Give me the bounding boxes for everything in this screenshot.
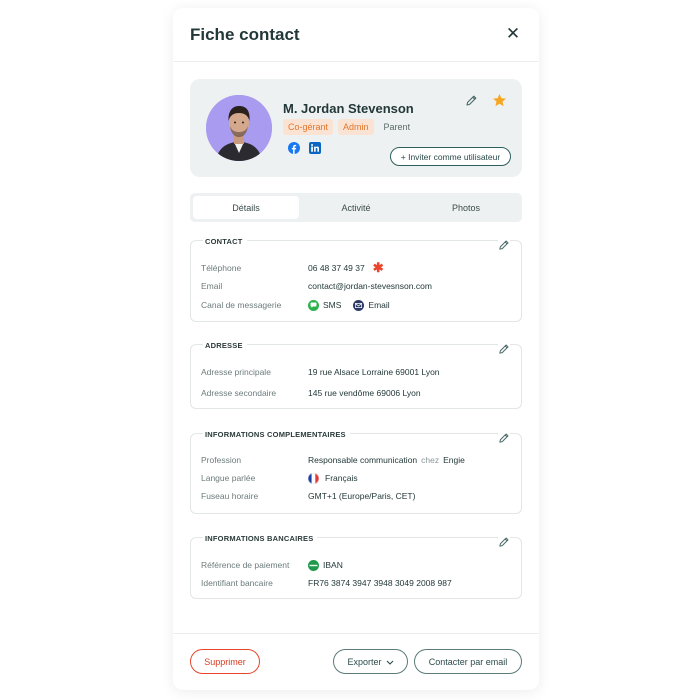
linkedin-icon[interactable] xyxy=(309,141,321,154)
pencil-icon[interactable] xyxy=(498,238,510,250)
payment-reference-value: IBAN xyxy=(308,559,343,571)
section-informations-bancaires: INFORMATIONS BANCAIRES Référence de paie… xyxy=(190,534,522,599)
export-button-label: Exporter xyxy=(347,656,382,667)
facebook-icon[interactable] xyxy=(288,141,300,154)
role-badges: Co-gérant Admin Parent xyxy=(283,119,415,135)
profile-card: M. Jordan Stevenson Co-gérant Admin Pare… xyxy=(190,79,522,177)
section-informations-complementaires: INFORMATIONS COMPLEMENTAIRES Profession … xyxy=(190,430,522,514)
delete-button[interactable]: Supprimer xyxy=(190,649,260,674)
section-title: INFORMATIONS COMPLEMENTAIRES xyxy=(203,430,350,439)
france-flag-icon xyxy=(308,472,319,484)
tab-activite[interactable]: Activité xyxy=(303,196,409,219)
badge-parent: Parent xyxy=(383,122,411,132)
profession-role: Responsable communication xyxy=(308,455,418,465)
contact-name: M. Jordan Stevenson xyxy=(283,101,414,116)
section-title: INFORMATIONS BANCAIRES xyxy=(203,534,318,543)
star-icon[interactable] xyxy=(492,93,507,108)
panel-footer: Supprimer Exporter Contacter par email xyxy=(173,633,539,690)
page-title: Fiche contact xyxy=(190,25,300,44)
channel-sms: SMS xyxy=(323,300,342,310)
field-label: Email xyxy=(201,281,223,291)
iban-icon xyxy=(308,559,319,571)
close-icon[interactable]: ✕ xyxy=(503,24,523,44)
field-label: Identifiant bancaire xyxy=(201,578,273,588)
contact-by-email-label: Contacter par email xyxy=(428,656,508,667)
badge-co-gerant: Co-gérant xyxy=(283,119,334,135)
tab-bar: Détails Activité Photos xyxy=(190,193,522,222)
profession-value: Responsable communication chez Engie xyxy=(308,455,465,465)
email-value[interactable]: contact@jordan-stevesnson.com xyxy=(308,281,432,291)
bank-identifier-value: FR76 3874 3947 3948 3049 2008 987 xyxy=(308,578,452,588)
section-adresse: ADRESSE Adresse principale 19 rue Alsace… xyxy=(190,341,522,409)
pencil-icon[interactable] xyxy=(498,342,510,354)
address-secondary-value: 145 rue vendôme 69006 Lyon xyxy=(308,388,421,398)
field-label: Adresse principale xyxy=(201,367,271,377)
section-contact: CONTACT Téléphone 06 48 37 49 37 ✱ Email… xyxy=(190,237,522,322)
address-primary-value: 19 rue Alsace Lorraine 69001 Lyon xyxy=(308,367,440,377)
section-title: ADRESSE xyxy=(203,341,247,350)
contact-by-email-button[interactable]: Contacter par email xyxy=(414,649,522,674)
profession-connector: chez xyxy=(421,455,440,465)
channel-email: Email xyxy=(368,300,390,310)
channel-value: SMS Email xyxy=(308,299,390,311)
payment-reference-label: IBAN xyxy=(323,560,343,570)
field-label: Adresse secondaire xyxy=(201,388,277,398)
social-links xyxy=(288,141,321,154)
phone-value: 06 48 37 49 37 ✱ xyxy=(308,260,384,275)
field-label: Téléphone xyxy=(201,263,242,273)
avatar xyxy=(206,95,272,161)
field-label: Fuseau horaire xyxy=(201,491,259,501)
export-button[interactable]: Exporter xyxy=(333,649,408,674)
invite-user-button[interactable]: + Inviter comme utilisateur xyxy=(390,147,511,166)
pencil-icon[interactable] xyxy=(498,431,510,443)
invite-user-label: + Inviter comme utilisateur xyxy=(400,151,501,162)
tab-photos[interactable]: Photos xyxy=(413,196,519,219)
language-label: Français xyxy=(325,473,358,483)
tab-details[interactable]: Détails xyxy=(193,196,299,219)
timezone-value: GMT+1 (Europe/Paris, CET) xyxy=(308,491,416,501)
contact-sheet-panel: Fiche contact ✕ M. Jordan Stevenson Co-g… xyxy=(173,8,539,690)
chevron-down-icon xyxy=(386,657,394,667)
field-label: Profession xyxy=(201,455,242,465)
email-icon xyxy=(353,299,365,311)
field-label: Référence de paiement xyxy=(201,560,290,570)
pencil-icon[interactable] xyxy=(498,535,510,547)
profession-company: Engie xyxy=(443,455,465,465)
pencil-icon[interactable] xyxy=(465,94,478,107)
language-value: Français xyxy=(308,472,358,484)
section-title: CONTACT xyxy=(203,237,247,246)
field-label: Langue parlée xyxy=(201,473,256,483)
field-label: Canal de messagerie xyxy=(201,300,282,310)
sms-icon xyxy=(308,299,319,311)
panel-header: Fiche contact ✕ xyxy=(173,8,539,62)
required-asterisk-icon: ✱ xyxy=(372,260,384,275)
badge-admin: Admin xyxy=(338,119,374,135)
delete-button-label: Supprimer xyxy=(204,656,246,667)
phone-number[interactable]: 06 48 37 49 37 xyxy=(308,263,365,273)
